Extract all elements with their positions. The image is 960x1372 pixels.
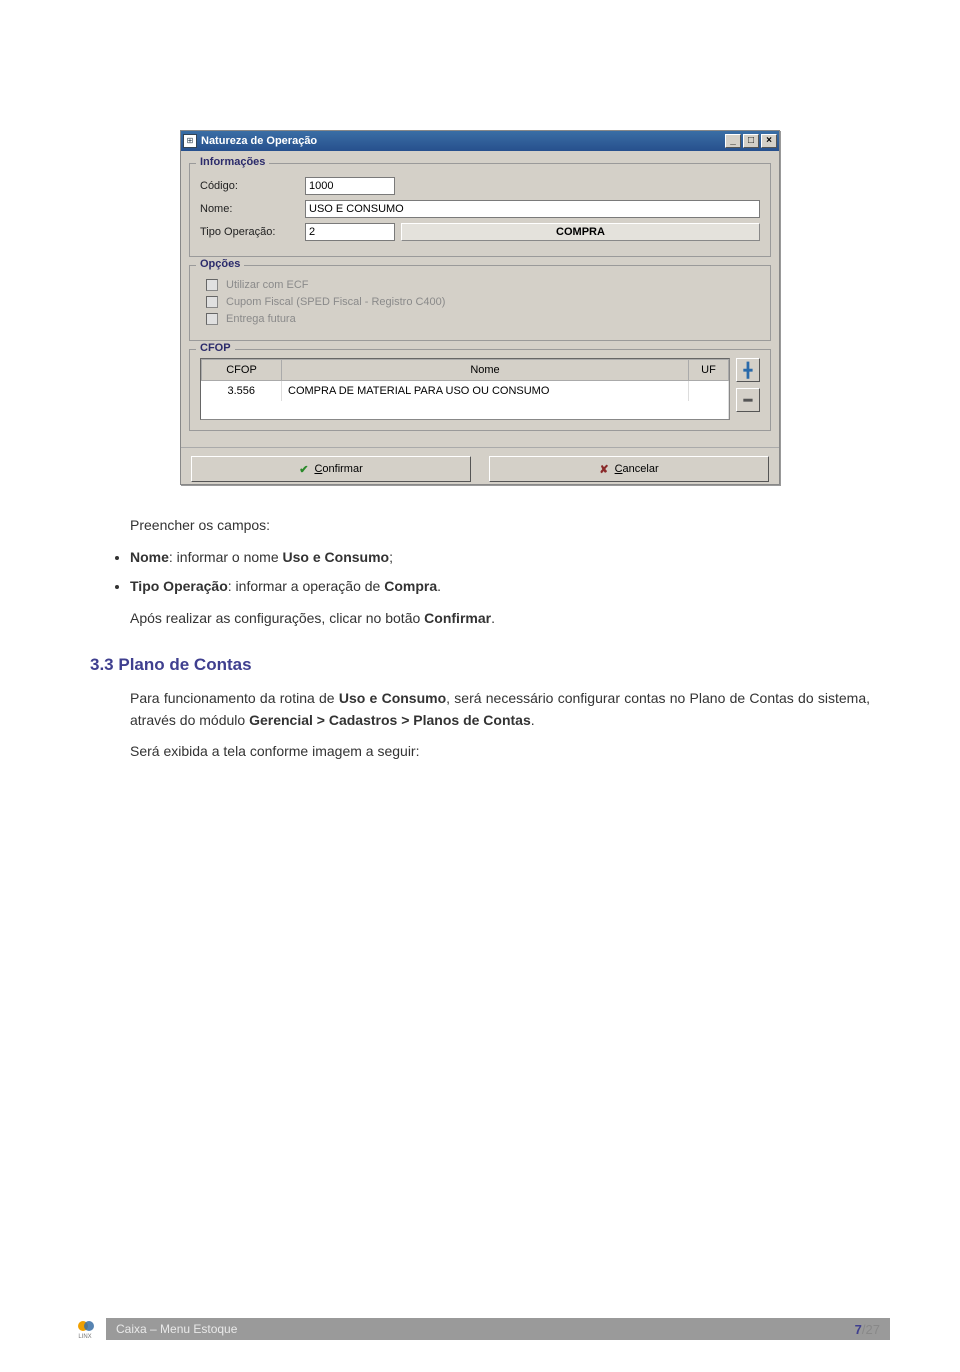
- section-heading: 3.3 Plano de Contas: [90, 652, 870, 678]
- confirm-button[interactable]: ✔ CConfirmaronfirmar: [191, 456, 471, 482]
- minimize-button[interactable]: _: [725, 134, 741, 148]
- cfop-header-cfop: CFOP: [202, 360, 282, 381]
- legend-opcoes: Opções: [196, 258, 244, 270]
- apos-bold: Confirmar: [424, 610, 491, 626]
- cancel-button[interactable]: ✘ Cancelar: [489, 456, 769, 482]
- app-icon: ⊞: [183, 134, 197, 148]
- tipo-input[interactable]: [305, 223, 395, 241]
- linx-logo: LINX: [70, 1318, 100, 1340]
- close-button[interactable]: ×: [761, 134, 777, 148]
- preencher-text: Preencher os campos:: [130, 515, 870, 537]
- para-b1: Uso e Consumo: [339, 690, 446, 706]
- cfop-cell-cfop: 3.556: [202, 381, 282, 402]
- plus-icon: ╋: [744, 362, 752, 379]
- checkbox-entrega[interactable]: [206, 313, 218, 325]
- list-item: Tipo Operação: informar a operação de Co…: [130, 576, 870, 598]
- list-item: Nome: informar o nome Uso e Consumo;: [130, 547, 870, 569]
- checkbox-ecf[interactable]: [206, 279, 218, 291]
- page-footer: LINX Caixa – Menu Estoque 7/27: [70, 1316, 890, 1342]
- li2-end: .: [437, 578, 441, 594]
- li1-bold1: Nome: [130, 549, 169, 565]
- checkbox-cupom[interactable]: [206, 296, 218, 308]
- document-body: Preencher os campos: Nome: informar o no…: [90, 515, 870, 763]
- titlebar: ⊞ Natureza de Operação _ □ ×: [181, 131, 779, 151]
- para-b2: Gerencial > Cadastros > Planos de Contas: [249, 712, 531, 728]
- fieldset-cfop: CFOP CFOP Nome UF: [189, 349, 771, 431]
- footer-page: 7/27: [855, 1322, 880, 1337]
- para-pre: Para funcionamento da rotina de: [130, 690, 339, 706]
- tipo-label: Tipo Operação:: [200, 226, 305, 238]
- apos-pre: Após realizar as configurações, clicar n…: [130, 610, 424, 626]
- cfop-header-uf: UF: [689, 360, 729, 381]
- cancel-label: C: [615, 463, 623, 475]
- checkbox-ecf-label: Utilizar com ECF: [226, 279, 309, 291]
- footer-text: Caixa – Menu Estoque: [116, 1322, 237, 1336]
- x-icon: ✘: [599, 463, 608, 476]
- footer-total: 27: [866, 1322, 880, 1337]
- nome-input[interactable]: [305, 200, 760, 218]
- li1-bold2: Uso e Consumo: [283, 549, 390, 565]
- li1-text: : informar o nome: [169, 549, 283, 565]
- li2-bold1: Tipo Operação: [130, 578, 228, 594]
- li1-end: ;: [389, 549, 393, 565]
- plano-paragraph: Para funcionamento da rotina de Uso e Co…: [130, 688, 870, 731]
- apos-end: .: [491, 610, 495, 626]
- fieldset-informacoes: Informações Código: Nome: Tipo Operação:…: [189, 163, 771, 257]
- li2-bold2: Compra: [384, 578, 437, 594]
- apos-text: Após realizar as configurações, clicar n…: [130, 608, 870, 630]
- remove-row-button[interactable]: ━: [736, 388, 760, 412]
- codigo-input[interactable]: [305, 177, 395, 195]
- exibida-text: Será exibida a tela conforme imagem a se…: [130, 741, 870, 763]
- cfop-table: CFOP Nome UF 3.556 COMPRA DE MATERIAL PA…: [200, 358, 730, 420]
- legend-informacoes: Informações: [196, 156, 269, 168]
- confirm-label: C: [314, 463, 322, 475]
- cfop-cell-uf: [689, 381, 729, 402]
- checkbox-entrega-label: Entrega futura: [226, 313, 296, 325]
- legend-cfop: CFOP: [196, 342, 235, 354]
- minus-icon: ━: [744, 392, 752, 409]
- para-end: .: [531, 712, 535, 728]
- svg-text:LINX: LINX: [78, 1334, 91, 1339]
- maximize-button[interactable]: □: [743, 134, 759, 148]
- check-icon: ✔: [299, 463, 308, 476]
- dialog-window: ⊞ Natureza de Operação _ □ × Informações…: [180, 130, 780, 485]
- tipo-name-panel: COMPRA: [401, 223, 760, 241]
- nome-label: Nome:: [200, 203, 305, 215]
- codigo-label: Código:: [200, 180, 305, 192]
- footer-page-num: 7: [855, 1322, 862, 1337]
- cfop-header-nome: Nome: [282, 360, 689, 381]
- table-row[interactable]: 3.556 COMPRA DE MATERIAL PARA USO OU CON…: [202, 381, 729, 402]
- fieldset-opcoes: Opções Utilizar com ECF Cupom Fiscal (SP…: [189, 265, 771, 341]
- add-row-button[interactable]: ╋: [736, 358, 760, 382]
- li2-text: : informar a operação de: [228, 578, 384, 594]
- checkbox-cupom-label: Cupom Fiscal (SPED Fiscal - Registro C40…: [226, 296, 445, 308]
- window-title: Natureza de Operação: [201, 135, 723, 147]
- cfop-cell-nome: COMPRA DE MATERIAL PARA USO OU CONSUMO: [282, 381, 689, 402]
